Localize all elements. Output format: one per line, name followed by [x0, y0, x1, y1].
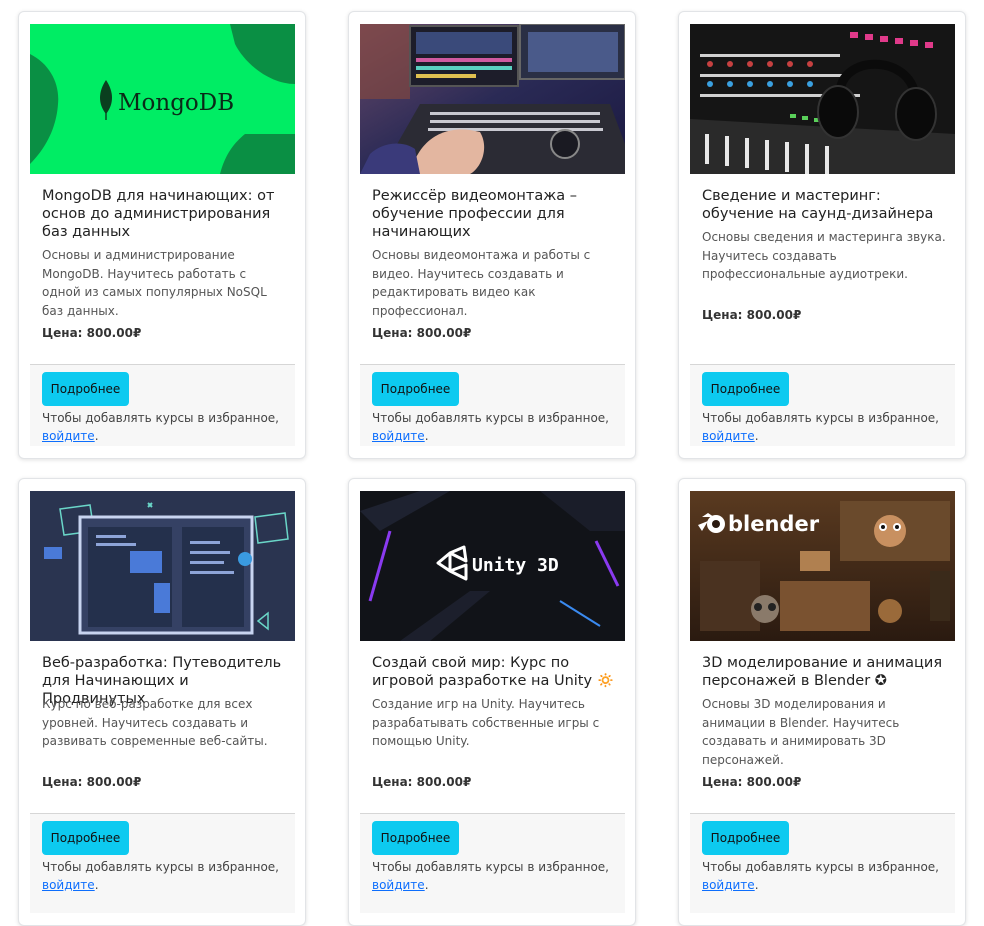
course-description: Основы и администрирование MongoDB. Науч… — [42, 248, 267, 318]
card-footer: Подробнее Чтобы добавлять курсы в избран… — [360, 364, 625, 446]
details-button[interactable]: Подробнее — [42, 821, 129, 855]
login-link[interactable]: войдите — [702, 878, 755, 892]
favorites-text: Чтобы добавлять курсы в избранное, — [42, 411, 279, 425]
card-footer: Подробнее Чтобы добавлять курсы в избран… — [30, 813, 295, 913]
login-link[interactable]: войдите — [42, 878, 95, 892]
card-footer: Подробнее Чтобы добавлять курсы в избран… — [690, 813, 955, 913]
course-price: Цена: 800.00₽ — [702, 775, 802, 789]
course-image-blender[interactable]: blender — [690, 491, 955, 641]
course-image-web-dev[interactable] — [30, 491, 295, 641]
favorites-hint: Чтобы добавлять курсы в избранное, войди… — [42, 860, 279, 892]
course-price: Цена: 800.00₽ — [702, 308, 802, 322]
course-card: Веб-разработка: Путеводитель для Начинаю… — [18, 478, 306, 926]
favorites-hint: Чтобы добавлять курсы в избранное, войди… — [42, 411, 279, 443]
course-card: Режиссёр видеомонтажа – обучение професс… — [348, 11, 636, 459]
card-footer: Подробнее Чтобы добавлять курсы в избран… — [30, 364, 295, 446]
details-button[interactable]: Подробнее — [372, 372, 459, 406]
course-card: Unity 3D Создай свой мир: Курс по игрово… — [348, 478, 636, 926]
login-link[interactable]: войдите — [372, 429, 425, 443]
course-price: Цена: 800.00₽ — [42, 326, 142, 340]
mongodb-logo-text: MongoDB — [118, 90, 234, 116]
details-button[interactable]: Подробнее — [42, 372, 129, 406]
course-image-mongodb[interactable]: MongoDB — [30, 24, 295, 174]
login-link[interactable]: войдите — [702, 429, 755, 443]
card-footer: Подробнее Чтобы добавлять курсы в избран… — [360, 813, 625, 913]
favorites-hint: Чтобы добавлять курсы в избранное, войди… — [372, 860, 609, 892]
favorites-text: Чтобы добавлять курсы в избранное, — [702, 860, 939, 874]
course-card: blender 3D моделирование и анимация перс… — [678, 478, 966, 926]
blender-logo-text: blender — [728, 512, 820, 536]
favorites-hint: Чтобы добавлять курсы в избранное, войди… — [702, 411, 939, 443]
course-description: Основы видеомонтажа и работы с видео. На… — [372, 248, 591, 318]
course-title: MongoDB для начинающих: от основ до адми… — [42, 188, 275, 240]
details-button[interactable]: Подробнее — [372, 821, 459, 855]
course-price: Цена: 800.00₽ — [42, 775, 142, 789]
course-title: Создай свой мир: Курс по игровой разрабо… — [372, 655, 615, 689]
course-image-mixing[interactable] — [690, 24, 955, 174]
course-card: Сведение и мастеринг: обучение на саунд-… — [678, 11, 966, 459]
favorites-text: Чтобы добавлять курсы в избранное, — [702, 411, 939, 425]
course-description: Основы 3D моделирования и анимации в Ble… — [702, 697, 900, 767]
card-footer: Подробнее Чтобы добавлять курсы в избран… — [690, 364, 955, 446]
course-price: Цена: 800.00₽ — [372, 326, 472, 340]
course-title: Режиссёр видеомонтажа – обучение професс… — [372, 188, 578, 240]
course-title: Сведение и мастеринг: обучение на саунд-… — [702, 188, 934, 222]
favorites-text: Чтобы добавлять курсы в избранное, — [372, 860, 609, 874]
login-link[interactable]: войдите — [42, 429, 95, 443]
favorites-text: Чтобы добавлять курсы в избранное, — [42, 860, 279, 874]
course-description: Основы сведения и мастеринга звука. Науч… — [702, 230, 946, 281]
login-link[interactable]: войдите — [372, 878, 425, 892]
favorites-hint: Чтобы добавлять курсы в избранное, войди… — [702, 860, 939, 892]
course-image-video-editing[interactable] — [360, 24, 625, 174]
course-price: Цена: 800.00₽ — [372, 775, 472, 789]
favorites-hint: Чтобы добавлять курсы в избранное, войди… — [372, 411, 609, 443]
course-description: Создание игр на Unity. Научитесь разраба… — [372, 697, 600, 748]
unity-logo-text: Unity 3D — [472, 555, 559, 576]
favorites-text: Чтобы добавлять курсы в избранное, — [372, 411, 609, 425]
course-image-unity[interactable]: Unity 3D — [360, 491, 625, 641]
details-button[interactable]: Подробнее — [702, 372, 789, 406]
course-title: 3D моделирование и анимация персонажей в… — [702, 655, 943, 689]
course-card: MongoDB MongoDB для начинающих: от основ… — [18, 11, 306, 459]
details-button[interactable]: Подробнее — [702, 821, 789, 855]
course-description: Курс по веб-разработке для всех уровней.… — [42, 697, 268, 748]
